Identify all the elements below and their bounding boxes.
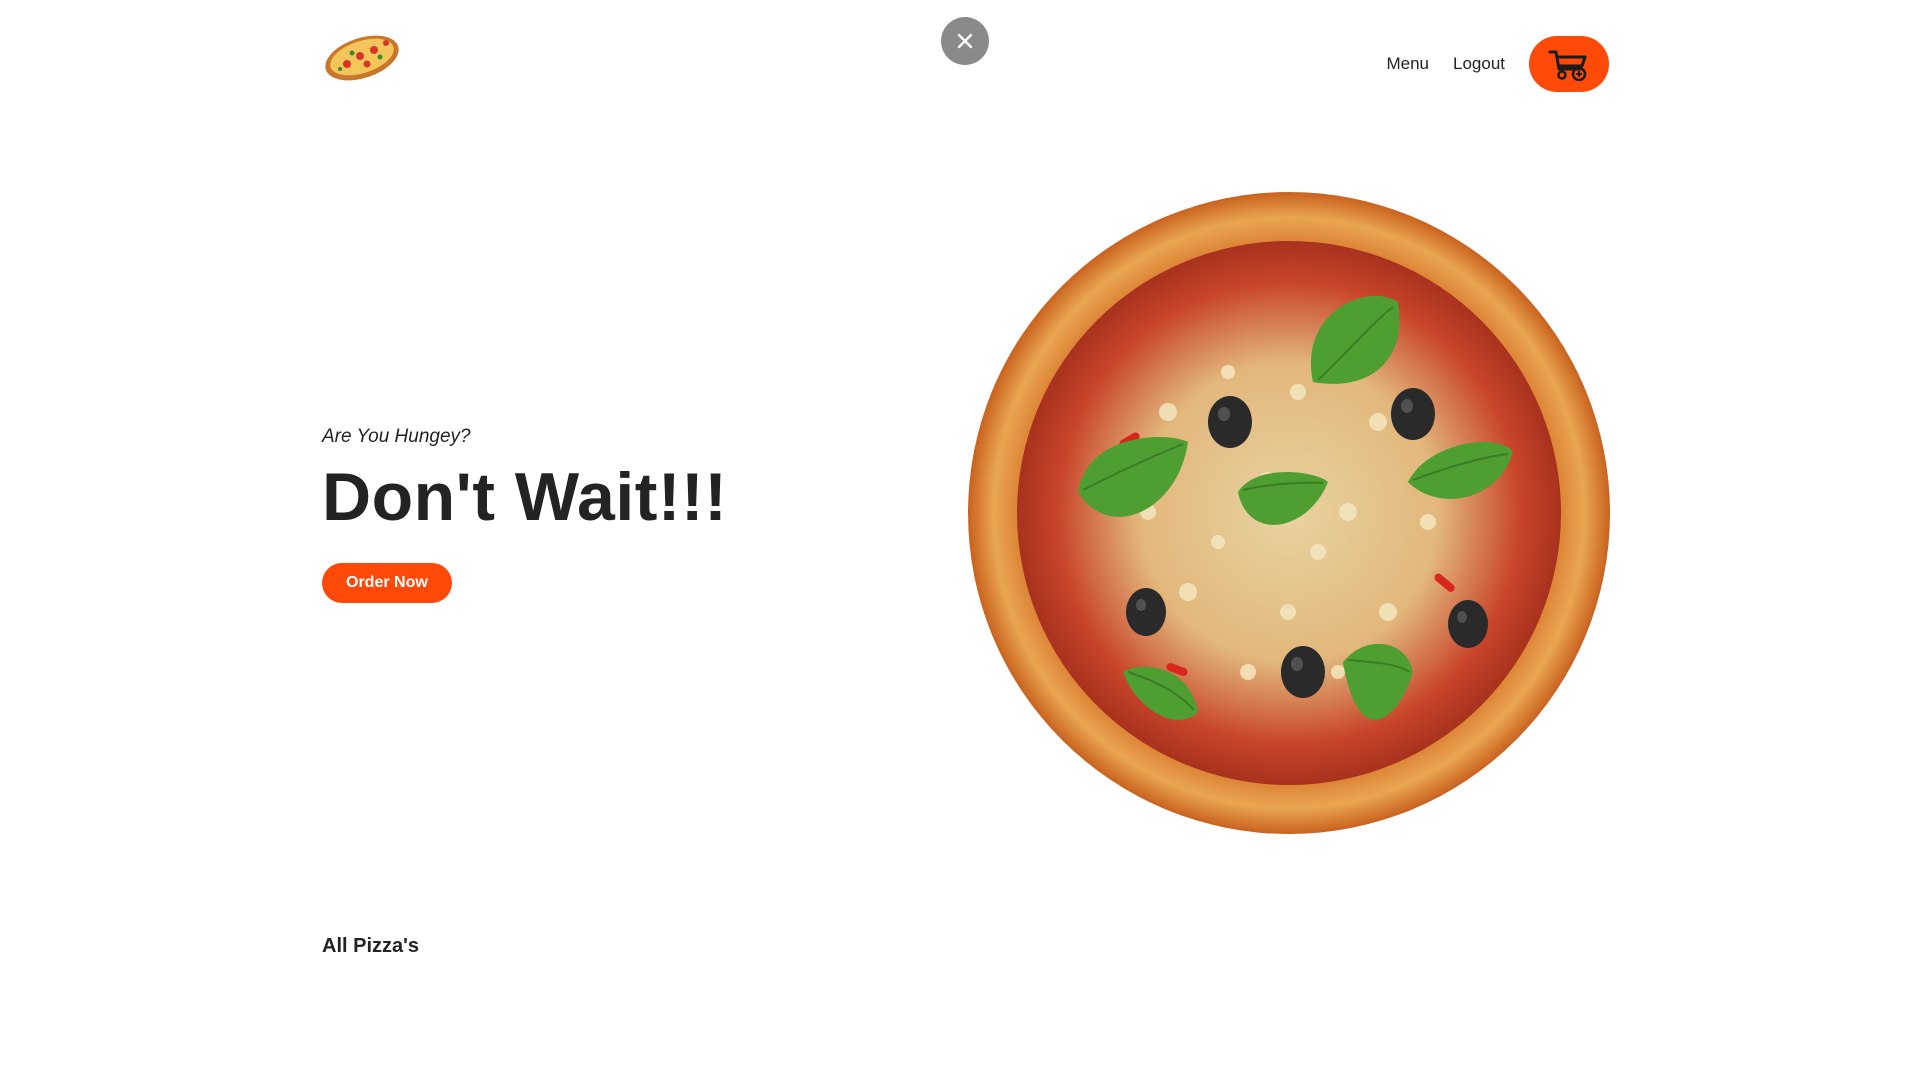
hero-text: Are You Hungey? Don't Wait!!! Order Now — [322, 426, 882, 604]
close-icon — [957, 33, 973, 49]
nav-menu-link[interactable]: Menu — [1386, 54, 1429, 74]
cart-icon — [1548, 50, 1587, 81]
pizza-image — [968, 192, 1610, 834]
cart-button[interactable] — [1529, 36, 1609, 92]
pizza-logo-icon[interactable] — [322, 26, 402, 86]
close-button[interactable] — [941, 17, 989, 65]
hero-headline: Don't Wait!!! — [322, 459, 728, 535]
section-title: All Pizza's — [322, 935, 420, 957]
order-now-button[interactable]: Order Now — [322, 563, 452, 604]
main-nav: Menu Logout — [1386, 36, 1609, 92]
nav-logout-link[interactable]: Logout — [1453, 54, 1505, 74]
page: Menu Logout Are You Hungey? Don't Wait!!… — [0, 0, 1920, 1080]
hero-tagline: Are You Hungey? — [322, 426, 471, 447]
